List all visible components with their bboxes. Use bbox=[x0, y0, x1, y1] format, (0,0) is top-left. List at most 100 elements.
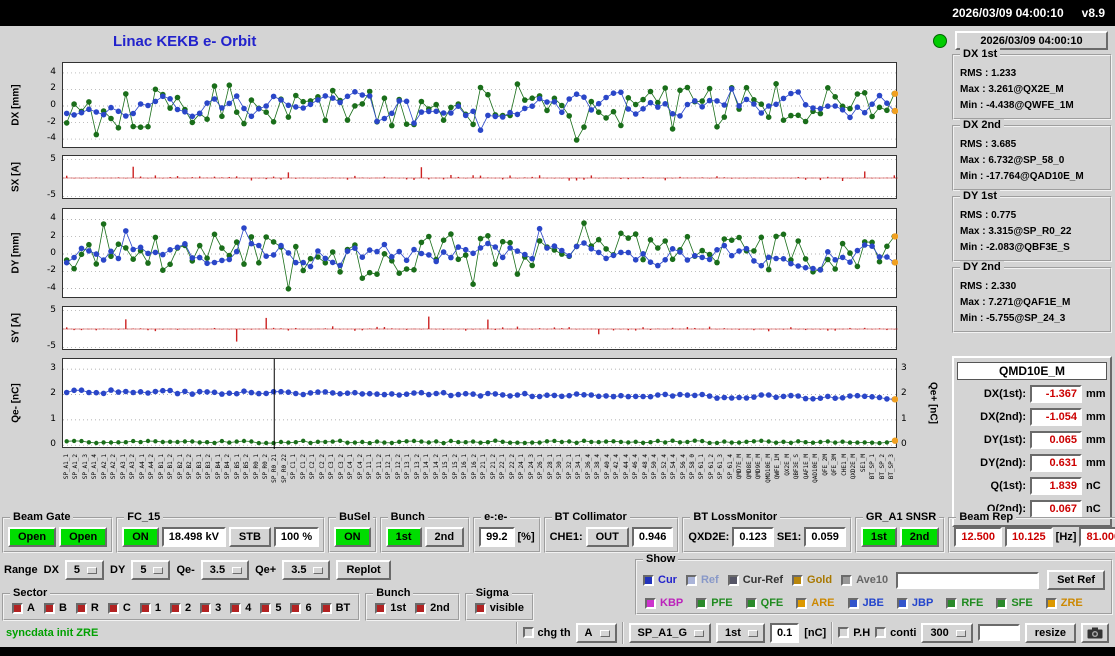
sigma-label: Sigma bbox=[472, 587, 512, 599]
checkbox-indicator bbox=[12, 602, 23, 614]
x-axis-label: SP_13_2 bbox=[413, 454, 421, 480]
x-axis-label: SP_61_3 bbox=[717, 454, 725, 480]
fc15-stb-button[interactable]: STB bbox=[228, 527, 271, 547]
screenshot-button[interactable] bbox=[1081, 622, 1109, 643]
x-axis-label: QMD7E_M bbox=[736, 454, 744, 480]
top-titlebar: 2026/03/09 04:00:10 v8.9 bbox=[0, 0, 1115, 26]
x-axis-label: SP_B2_1 bbox=[176, 454, 184, 480]
stat-panel-title: DX 1st bbox=[960, 48, 1001, 60]
checkbox-label: Ref bbox=[700, 574, 719, 586]
show-checkbox-gold[interactable]: Gold bbox=[792, 574, 832, 586]
monitor-row-unit: mm bbox=[1086, 434, 1106, 446]
monitor-row-unit: nC bbox=[1086, 480, 1101, 492]
show-checkbox-pfe[interactable]: PFE bbox=[696, 597, 733, 609]
beam-gate-open2-button[interactable]: Open bbox=[59, 527, 108, 547]
monitor-rows: DX(1st): -1.367 mm DX(2nd): -1.054 mm DY(1st):… bbox=[957, 385, 1107, 518]
sector-checkbox-c[interactable]: C bbox=[107, 602, 131, 614]
sector-checkbox-r[interactable]: R bbox=[75, 602, 99, 614]
conti-checkbox[interactable]: conti bbox=[875, 627, 916, 639]
sigma-group: Sigma visible bbox=[464, 587, 534, 621]
separator bbox=[831, 621, 834, 644]
bunch-checkbox-2nd[interactable]: 2nd bbox=[415, 602, 450, 614]
show-checkbox-jbp[interactable]: JBP bbox=[896, 597, 933, 609]
show-checkbox-qfe[interactable]: QFE bbox=[745, 597, 783, 609]
x-axis-label: SP_A1_4 bbox=[91, 454, 99, 480]
busel-on-button[interactable]: ON bbox=[334, 527, 371, 547]
checkbox-indicator bbox=[838, 627, 850, 638]
checkbox-indicator bbox=[107, 602, 119, 614]
stats-column: DX 1st RMS : 1.233 Max : 3.261@QX2E_M Min :… bbox=[952, 48, 1112, 338]
sector-checkbox-4[interactable]: 4 bbox=[230, 602, 251, 614]
checkbox-label: PFE bbox=[711, 597, 733, 609]
range-qep-select[interactable]: 3.5 bbox=[282, 560, 331, 580]
y-tick-label-right: 3 bbox=[901, 363, 907, 374]
show-checkbox-are[interactable]: ARE bbox=[796, 597, 835, 609]
y-tick-label: -5 bbox=[47, 341, 56, 352]
ref-name-input[interactable] bbox=[896, 571, 1040, 589]
bunch-checkbox-1st[interactable]: 1st bbox=[375, 602, 406, 614]
replot-button[interactable]: Replot bbox=[336, 560, 391, 580]
interval-input[interactable] bbox=[977, 624, 1020, 641]
bpm-select[interactable]: SP_A1_G bbox=[628, 622, 712, 643]
x-axis-label: SP_44_4 bbox=[622, 454, 630, 480]
beam-rep-value1: 12.500 bbox=[954, 527, 1003, 547]
show-checkbox-jbe[interactable]: JBE bbox=[847, 597, 884, 609]
beam-rep-label: Beam Rep bbox=[956, 511, 1017, 523]
monitor-row-unit: mm bbox=[1086, 411, 1106, 423]
monitor-row-unit: mm bbox=[1086, 457, 1106, 469]
x-axis-label: SP_A3_2 bbox=[129, 454, 137, 480]
show-checkbox-cur-ref[interactable]: Cur-Ref bbox=[727, 574, 783, 586]
range-qem-select[interactable]: 3.5 bbox=[200, 560, 250, 580]
sector-checkbox-b[interactable]: B bbox=[43, 602, 67, 614]
fc15-on-button[interactable]: ON bbox=[122, 527, 159, 547]
bunch-1st-button[interactable]: 1st bbox=[385, 527, 422, 547]
beam-rep-value3: 81.000 bbox=[1079, 527, 1115, 547]
sector-checkbox-1[interactable]: 1 bbox=[139, 602, 161, 614]
show-checkbox-sfe[interactable]: SFE bbox=[996, 597, 1033, 609]
sector-checkbox-a[interactable]: A bbox=[12, 602, 35, 614]
show-checkbox-ref[interactable]: Ref bbox=[685, 574, 719, 586]
page-title: Linac KEKB e- Orbit bbox=[113, 33, 257, 50]
beam-gate-open1-button[interactable]: Open bbox=[8, 527, 57, 547]
x-axis-label: SP_28_1 bbox=[546, 454, 554, 480]
x-axis-label: SP_12_2 bbox=[394, 454, 402, 480]
show-checkbox-ave10[interactable]: Ave10 bbox=[841, 574, 888, 586]
range-dx-select[interactable]: 5 bbox=[64, 560, 105, 580]
sector-checkbox-2[interactable]: 2 bbox=[169, 602, 191, 614]
bunch-th-select[interactable]: 1st bbox=[716, 622, 765, 643]
monitor-row: DX(1st): -1.367 mm bbox=[958, 385, 1106, 403]
x-axis-label: SP_B3_1 bbox=[195, 454, 203, 480]
sector-checkbox-6[interactable]: 6 bbox=[290, 602, 312, 614]
x-axis-label: SP_B5_2 bbox=[243, 454, 251, 480]
sector-checkbox-3[interactable]: 3 bbox=[200, 602, 221, 614]
resize-button[interactable]: resize bbox=[1024, 622, 1076, 643]
interval-select[interactable]: 300 bbox=[921, 622, 973, 643]
show-checkbox-kbp[interactable]: KBP bbox=[645, 597, 683, 609]
sector-label: Sector bbox=[10, 587, 51, 599]
sigma-checkboxes: visible bbox=[474, 602, 524, 614]
show-checkbox-zre[interactable]: ZRE bbox=[1045, 597, 1083, 609]
dropdown-mark-icon bbox=[313, 567, 324, 574]
chg-th-checkbox[interactable]: chg th bbox=[522, 627, 571, 639]
che1-out-button[interactable]: OUT bbox=[585, 527, 629, 547]
sector-a-select[interactable]: A bbox=[575, 622, 617, 643]
x-axis-label: SP_16_1 bbox=[461, 454, 469, 480]
sigma-checkbox-visible[interactable]: visible bbox=[474, 602, 524, 614]
sector-checkbox-5[interactable]: 5 bbox=[260, 602, 281, 614]
set-ref-button[interactable]: Set Ref bbox=[1047, 570, 1105, 590]
ph-checkbox[interactable]: P.H bbox=[838, 627, 870, 639]
charts-region: SP_A1_1 SP_A1_2 SP_A1_3 SP_A1_4 SP_A2_1 SP_A2… bbox=[0, 56, 1115, 514]
show-checkbox-cur[interactable]: Cur bbox=[643, 574, 677, 586]
range-dy-select[interactable]: 5 bbox=[131, 560, 171, 580]
stat-panel-dy-1st: DY 1st RMS : 0.775 Max : 3.315@SP_R0_22 Min… bbox=[952, 190, 1112, 262]
gr-snsr-1st-button[interactable]: 1st bbox=[860, 527, 897, 547]
checkbox-indicator bbox=[75, 602, 87, 614]
bunch-2nd-button[interactable]: 2nd bbox=[424, 527, 465, 547]
show-checkbox-rfe[interactable]: RFE bbox=[946, 597, 983, 609]
x-axis-label: SP_34_1 bbox=[575, 454, 583, 480]
gr-snsr-2nd-button[interactable]: 2nd bbox=[899, 527, 940, 547]
threshold-value[interactable]: 0.1 bbox=[769, 622, 800, 643]
sector-checkbox-bt[interactable]: BT bbox=[320, 602, 350, 614]
dy-plot bbox=[62, 208, 899, 298]
x-axis-label: SP_14_1 bbox=[423, 454, 431, 480]
